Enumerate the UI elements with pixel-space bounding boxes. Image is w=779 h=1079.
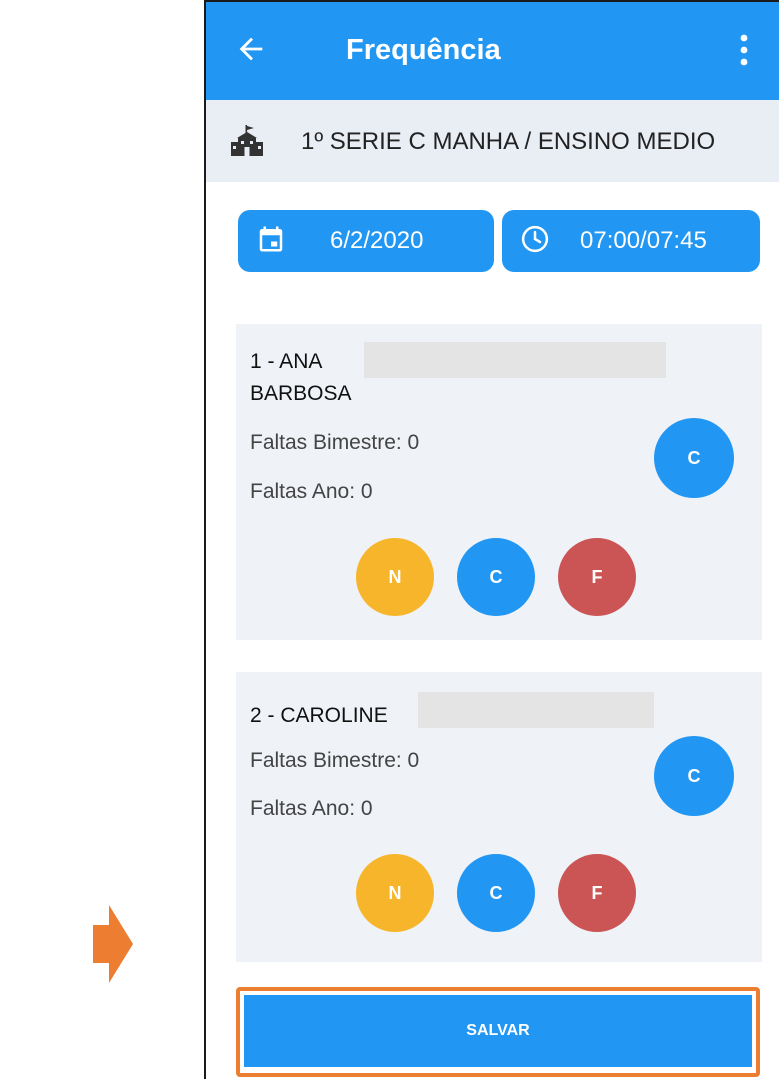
class-info-bar: 1º SERIE C MANHA / ENSINO MEDIO [206, 100, 779, 182]
faltas-bimestre: Faltas Bimestre: 0 [250, 431, 420, 454]
mark-f-button[interactable]: F [558, 854, 636, 932]
phone-screen: Frequência 1º SERIE C MANHA / ENSINO MED… [204, 0, 779, 1079]
school-icon [231, 125, 263, 156]
arrow-left-icon[interactable] [234, 32, 268, 66]
save-button[interactable]: SALVAR [244, 995, 752, 1067]
attendance-status-badge[interactable]: C [654, 418, 734, 498]
more-vert-icon[interactable] [732, 30, 756, 70]
mark-c-button[interactable]: C [457, 854, 535, 932]
faltas-ano: Faltas Ano: 0 [250, 480, 373, 503]
mark-n-button[interactable]: N [356, 854, 434, 932]
student-card: 1 - ANA BARBOSA Faltas Bimestre: 0 Falta… [236, 324, 762, 640]
calendar-icon [259, 226, 283, 252]
time-button[interactable]: 07:00/07:45 [502, 210, 760, 272]
student-name-line2: BARBOSA [250, 382, 352, 405]
arrow-right-icon [93, 905, 133, 983]
attendance-status-badge[interactable]: C [654, 736, 734, 816]
student-name: 1 - ANA [250, 350, 323, 373]
date-button[interactable]: 6/2/2020 [238, 210, 494, 272]
redacted-surname [364, 342, 666, 378]
faltas-bimestre: Faltas Bimestre: 0 [250, 749, 420, 772]
mark-c-button[interactable]: C [457, 538, 535, 616]
class-name: 1º SERIE C MANHA / ENSINO MEDIO [301, 128, 716, 155]
faltas-ano: Faltas Ano: 0 [250, 797, 373, 820]
time-value: 07:00/07:45 [580, 227, 707, 254]
mark-n-button[interactable]: N [356, 538, 434, 616]
clock-icon [521, 225, 549, 253]
page-title: Frequência [346, 34, 501, 66]
redacted-surname [418, 692, 654, 728]
date-value: 6/2/2020 [330, 227, 424, 254]
student-card: 2 - CAROLINE Faltas Bimestre: 0 Faltas A… [236, 672, 762, 962]
mark-f-button[interactable]: F [558, 538, 636, 616]
app-bar: Frequência [206, 2, 779, 100]
student-name: 2 - CAROLINE [250, 704, 388, 727]
